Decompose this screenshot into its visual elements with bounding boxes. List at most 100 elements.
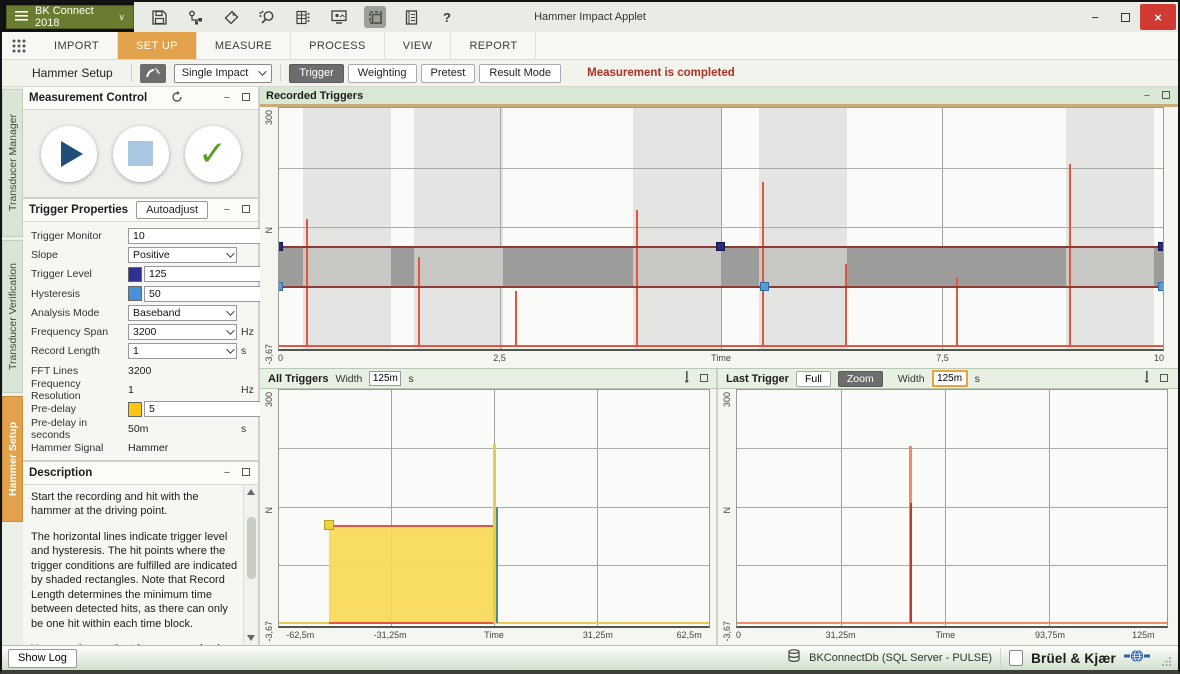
trigger-level-gripper[interactable] [716, 242, 725, 251]
maximize-panel-icon[interactable] [1158, 373, 1170, 385]
scroll-down-icon[interactable] [247, 635, 255, 641]
last-trigger-width-input[interactable] [932, 370, 968, 387]
view-button-result-mode[interactable]: Result Mode [479, 64, 561, 83]
property-unit: Hz [237, 384, 254, 396]
ribbon-tab-set-up[interactable]: SET UP [118, 32, 197, 59]
hammer-icon[interactable] [140, 64, 166, 83]
search-icon[interactable] [256, 6, 278, 28]
sidebar-tab-hammer-setup[interactable]: Hammer Setup [2, 396, 23, 522]
tag-icon[interactable] [220, 6, 242, 28]
brand-checkbox[interactable] [1009, 650, 1023, 666]
slope-select[interactable]: Positive [128, 247, 237, 263]
width-label: Width [898, 373, 925, 385]
maximize-panel-icon[interactable] [1160, 90, 1172, 102]
pre-delay-gripper[interactable] [324, 520, 334, 530]
hit-block-band [759, 108, 847, 349]
maximize-panel-icon[interactable] [698, 373, 710, 385]
maximize-panel-icon[interactable] [240, 204, 252, 216]
display-icon[interactable] [328, 6, 350, 28]
resize-grip[interactable] [1162, 653, 1172, 663]
show-log-button[interactable]: Show Log [8, 649, 77, 668]
window-controls: − × [1080, 2, 1178, 32]
impact-spike [956, 278, 958, 346]
scroll-up-icon[interactable] [247, 489, 255, 495]
hysteresis-line[interactable] [279, 286, 1163, 288]
refresh-icon[interactable] [171, 91, 183, 106]
property-label: Pre-delay [31, 403, 128, 415]
hysteresis-gripper[interactable] [278, 282, 283, 291]
description-header: Description − [23, 462, 258, 485]
description-text: Start the recording and hit with the ham… [23, 485, 243, 645]
data-table-icon[interactable] [292, 6, 314, 28]
property-label: Trigger Level [31, 268, 128, 280]
app-window: BK Connect 2018 ∨ ? Hammer Impact Applet… [0, 0, 1180, 674]
hysteresis-gripper[interactable] [760, 282, 769, 291]
database-icon [787, 649, 801, 668]
minimize-button[interactable]: − [1080, 6, 1110, 28]
ribbon-tab-view[interactable]: VIEW [385, 32, 452, 59]
ribbon-tab-import[interactable]: IMPORT [36, 32, 118, 59]
select-value: Positive [133, 249, 170, 261]
x-tick-label: -62,5m [286, 630, 314, 640]
view-button-trigger[interactable]: Trigger [289, 64, 343, 83]
minimize-panel-icon[interactable]: − [221, 467, 233, 479]
pin-icon[interactable] [680, 371, 692, 386]
trigger-level-gripper[interactable] [1158, 242, 1164, 251]
all-triggers-chart: 300N-3,67 -62,5m-31,25mTime31,25m62,5m [260, 389, 718, 645]
property-row-trigger-level: Trigger LevelN [31, 265, 254, 284]
view-button-weighting[interactable]: Weighting [348, 64, 417, 83]
full-button[interactable]: Full [796, 371, 831, 387]
horizontal-gridline [279, 227, 1163, 228]
view-button-pretest[interactable]: Pretest [421, 64, 476, 83]
applet-layout-icon[interactable] [364, 6, 386, 28]
ribbon-tab-process[interactable]: PROCESS [291, 32, 385, 59]
maximize-panel-icon[interactable] [240, 92, 252, 104]
app-menu-button[interactable]: BK Connect 2018 ∨ [6, 5, 134, 29]
notebook-icon[interactable] [400, 6, 422, 28]
scrollbar-thumb[interactable] [247, 517, 256, 579]
status-bar: Show Log BKConnectDb (SQL Server - PULSE… [2, 645, 1178, 670]
pre-delay-top-line [329, 525, 494, 527]
width-label: Width [336, 373, 363, 385]
horizontal-gridline [737, 507, 1167, 508]
maximize-panel-icon[interactable] [240, 467, 252, 479]
autoadjust-button[interactable]: Autoadjust [136, 201, 208, 219]
transducer-tree-icon[interactable] [184, 6, 206, 28]
minimize-panel-icon[interactable]: − [1141, 90, 1153, 102]
ribbon-tab-report[interactable]: REPORT [451, 32, 536, 59]
zoom-button[interactable]: Zoom [838, 371, 883, 387]
measurement-control-header: Measurement Control − [23, 87, 258, 110]
separator [1000, 649, 1001, 667]
x-tick-label: 10 [1154, 353, 1164, 363]
record-length-select[interactable]: 1 [128, 343, 237, 359]
start-measurement-button[interactable] [41, 126, 97, 182]
hit-block-band [303, 108, 391, 349]
ribbon-tab-measure[interactable]: MEASURE [197, 32, 291, 59]
apps-grid-icon[interactable] [2, 32, 36, 59]
restore-button[interactable] [1110, 6, 1140, 28]
frequency-span-select[interactable]: 3200 [128, 324, 237, 340]
description-scrollbar[interactable] [243, 485, 258, 645]
minimize-panel-icon[interactable]: − [221, 204, 233, 216]
sidebar-tab-transducer-verification[interactable]: Transducer Verification [2, 240, 23, 393]
stop-measurement-button[interactable] [113, 126, 169, 182]
impact-mode-select[interactable]: Single Impact [174, 64, 273, 83]
sidebar-tab-transducer-manager[interactable]: Transducer Manager [2, 89, 23, 237]
close-button[interactable]: × [1140, 4, 1176, 30]
recorded-triggers-chart: 300N-3,67 02,5Time7,510 [260, 107, 1178, 368]
accept-measurement-button[interactable]: ✓ [185, 126, 241, 182]
save-icon[interactable] [148, 6, 170, 28]
pin-icon[interactable] [1140, 371, 1152, 386]
property-label: FFT Lines [31, 365, 128, 377]
measurement-control-panel: Measurement Control − ✓ [23, 87, 258, 199]
all-triggers-width-input[interactable] [369, 371, 401, 386]
analysis-mode-select[interactable]: Baseband [128, 305, 237, 321]
hit-block-band [1066, 108, 1154, 349]
hysteresis-gripper[interactable] [1158, 282, 1164, 291]
help-icon[interactable]: ? [436, 6, 458, 28]
all-triggers-plot [278, 389, 710, 628]
trigger-level-gripper[interactable] [278, 242, 283, 251]
trigger-monitor-input[interactable] [128, 228, 273, 244]
property-label: Hammer Signal [31, 442, 128, 454]
minimize-panel-icon[interactable]: − [221, 92, 233, 104]
